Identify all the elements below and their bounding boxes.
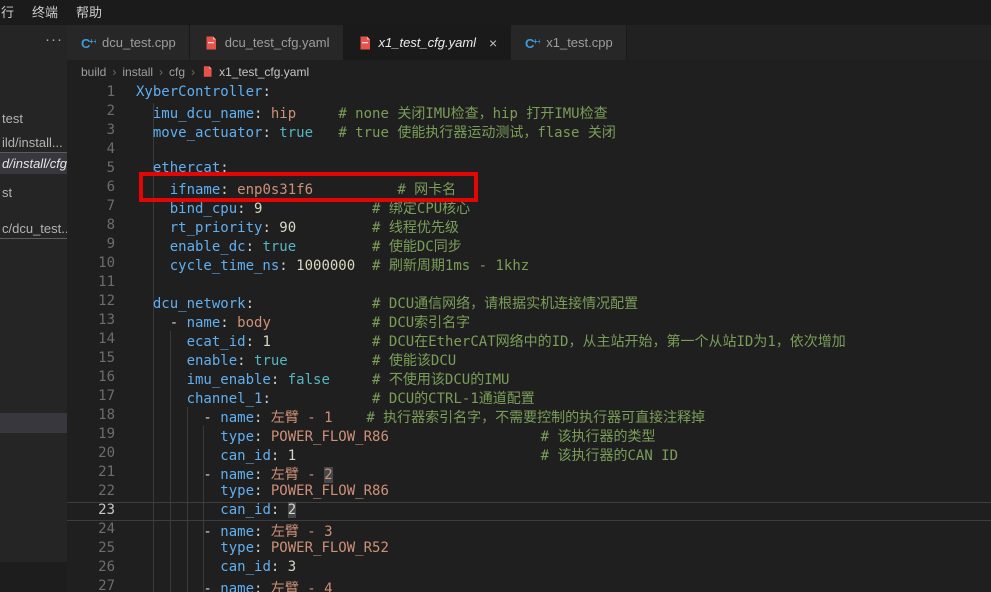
code-line-11[interactable] xyxy=(136,274,991,293)
code-line-21[interactable]: - name: 左臂 - 2 xyxy=(136,464,991,483)
breadcrumb-segment[interactable]: cfg xyxy=(169,65,185,79)
line-number[interactable]: 12 xyxy=(67,293,136,312)
close-icon[interactable]: × xyxy=(489,36,497,50)
tab-dcu_test_cfg.yaml[interactable]: dcu_test_cfg.yaml xyxy=(190,25,344,60)
code-line-25[interactable]: type: POWER_FLOW_R52 xyxy=(136,540,991,559)
code-line-1[interactable]: XyberController: xyxy=(136,84,991,103)
panel-list-item[interactable]: d/install/cfg xyxy=(0,153,67,174)
tab-x1_test_cfg.yaml[interactable]: x1_test_cfg.yaml × xyxy=(344,25,512,60)
panel-list-item[interactable]: test xyxy=(0,108,67,129)
tab-x1_test.cpp[interactable]: C++ x1_test.cpp xyxy=(511,25,627,60)
line-number[interactable]: 16 xyxy=(67,369,136,388)
line-number[interactable]: 2 xyxy=(67,103,136,122)
svg-text:++: ++ xyxy=(89,37,96,46)
line-number[interactable]: 21 xyxy=(67,464,136,483)
line-number[interactable]: 10 xyxy=(67,255,136,274)
breadcrumb-segment[interactable]: install xyxy=(122,65,153,79)
menu-bar: 行终端帮助 xyxy=(0,0,991,25)
gutter[interactable]: 1234567891011121314151617181920212223242… xyxy=(67,83,136,592)
line-number[interactable]: 15 xyxy=(67,350,136,369)
chevron-right-icon: › xyxy=(191,65,195,79)
code-line-26[interactable]: can_id: 3 xyxy=(136,559,991,578)
breadcrumb: build › install › cfg › x1_test_cfg.yaml xyxy=(67,60,991,83)
yaml-file-icon xyxy=(357,35,373,51)
chevron-right-icon: › xyxy=(159,65,163,79)
line-number[interactable]: 25 xyxy=(67,540,136,559)
menu-item[interactable]: 终端 xyxy=(23,0,67,25)
line-number[interactable]: 27 xyxy=(67,578,136,592)
line-number[interactable]: 5 xyxy=(67,160,136,179)
code-line-24[interactable]: - name: 左臂 - 3 xyxy=(136,521,991,540)
yaml-file-icon xyxy=(201,65,214,78)
tab-label: dcu_test_cfg.yaml xyxy=(225,35,330,50)
code-line-18[interactable]: - name: 左臂 - 1 # 执行器索引名字，不需要控制的执行器可直接注释掉 xyxy=(136,407,991,426)
tab-label: dcu_test.cpp xyxy=(102,35,176,50)
line-number[interactable]: 6 xyxy=(67,179,136,198)
code-editor[interactable]: 1234567891011121314151617181920212223242… xyxy=(67,83,991,592)
menu-item[interactable]: 行 xyxy=(0,0,23,25)
line-number[interactable]: 24 xyxy=(67,521,136,540)
code-line-8[interactable]: rt_priority: 90 # 线程优先级 xyxy=(136,217,991,236)
line-number[interactable]: 23 xyxy=(67,502,136,521)
code-line-23[interactable]: can_id: 2 xyxy=(136,502,991,521)
code-line-10[interactable]: cycle_time_ns: 1000000 # 刷新周期1ms - 1khz xyxy=(136,255,991,274)
panel-list-item[interactable]: c/dcu_test... xyxy=(0,218,67,239)
code-line-17[interactable]: channel_1: # DCU的CTRL-1通道配置 xyxy=(136,388,991,407)
panel-list-item[interactable]: ild/install... xyxy=(0,132,67,153)
tab-label: x1_test.cpp xyxy=(546,35,613,50)
panel-list-item[interactable]: st xyxy=(0,182,67,203)
search-results-panel[interactable]: ··· test ild/install...d/install/cfg st c/d… xyxy=(0,25,67,592)
code-lines: XyberController: imu_dcu_name: hip # non… xyxy=(136,83,991,592)
line-number[interactable]: 9 xyxy=(67,236,136,255)
editor-group: C++ dcu_test.cpp dcu_test_cfg.yaml x1_test_… xyxy=(67,25,991,592)
code-line-27[interactable]: - name: 左臂 - 4 xyxy=(136,578,991,592)
code-line-14[interactable]: ecat_id: 1 # DCU在EtherCAT网络中的ID，从主站开始，第一… xyxy=(136,331,991,350)
cpp-file-icon: C++ xyxy=(80,35,96,51)
chevron-right-icon: › xyxy=(112,65,116,79)
selected-empty-row[interactable] xyxy=(0,413,67,433)
line-number[interactable]: 11 xyxy=(67,274,136,293)
line-number[interactable]: 19 xyxy=(67,426,136,445)
code-line-22[interactable]: type: POWER_FLOW_R86 xyxy=(136,483,991,502)
line-number[interactable]: 8 xyxy=(67,217,136,236)
line-number[interactable]: 13 xyxy=(67,312,136,331)
code-line-2[interactable]: imu_dcu_name: hip # none 关闭IMU检查，hip 打开I… xyxy=(136,103,991,122)
line-number[interactable]: 3 xyxy=(67,122,136,141)
code-line-7[interactable]: bind_cpu: 9 # 绑定CPU核心 xyxy=(136,198,991,217)
line-number[interactable]: 14 xyxy=(67,331,136,350)
tab-bar: C++ dcu_test.cpp dcu_test_cfg.yaml x1_test_… xyxy=(67,25,991,60)
code-line-19[interactable]: type: POWER_FLOW_R86 # 该执行器的类型 xyxy=(136,426,991,445)
line-number[interactable]: 17 xyxy=(67,388,136,407)
code-line-16[interactable]: imu_enable: false # 不使用该DCU的IMU xyxy=(136,369,991,388)
yaml-file-icon xyxy=(203,35,219,51)
breadcrumb-file[interactable]: x1_test_cfg.yaml xyxy=(201,65,309,79)
code-line-4[interactable] xyxy=(136,141,991,160)
code-line-5[interactable]: ethercat: xyxy=(136,160,991,179)
line-number[interactable]: 4 xyxy=(67,141,136,160)
code-line-20[interactable]: can_id: 1 # 该执行器的CAN ID xyxy=(136,445,991,464)
breadcrumb-segment[interactable]: build xyxy=(81,65,106,79)
code-line-9[interactable]: enable_dc: true # 使能DC同步 xyxy=(136,236,991,255)
menu-item[interactable]: 帮助 xyxy=(67,0,111,25)
code-line-6[interactable]: ifname: enp0s31f6 # 网卡名 xyxy=(136,179,991,198)
line-number[interactable]: 20 xyxy=(67,445,136,464)
svg-text:++: ++ xyxy=(533,37,540,46)
line-number[interactable]: 1 xyxy=(67,84,136,103)
code-line-12[interactable]: dcu_network: # DCU通信网络，请根据实机连接情况配置 xyxy=(136,293,991,312)
line-number[interactable]: 26 xyxy=(67,559,136,578)
vscode-window: 行终端帮助 ··· test ild/install...d/install/cf… xyxy=(0,0,991,592)
main-area: ··· test ild/install...d/install/cfg st c/d… xyxy=(0,25,991,592)
tab-dcu_test.cpp[interactable]: C++ dcu_test.cpp xyxy=(67,25,190,60)
cpp-file-icon: C++ xyxy=(524,35,540,51)
line-number[interactable]: 7 xyxy=(67,198,136,217)
line-number[interactable]: 18 xyxy=(67,407,136,426)
panel-bottom-strip xyxy=(0,562,67,592)
breadcrumb-file-label: x1_test_cfg.yaml xyxy=(219,65,309,79)
line-number[interactable]: 22 xyxy=(67,483,136,502)
code-line-13[interactable]: - name: body # DCU索引名字 xyxy=(136,312,991,331)
code-line-15[interactable]: enable: true # 使能该DCU xyxy=(136,350,991,369)
more-actions-icon[interactable]: ··· xyxy=(45,31,63,48)
code-line-3[interactable]: move_actuator: true # true 使能执行器运动测试，fla… xyxy=(136,122,991,141)
tab-label: x1_test_cfg.yaml xyxy=(379,35,477,50)
